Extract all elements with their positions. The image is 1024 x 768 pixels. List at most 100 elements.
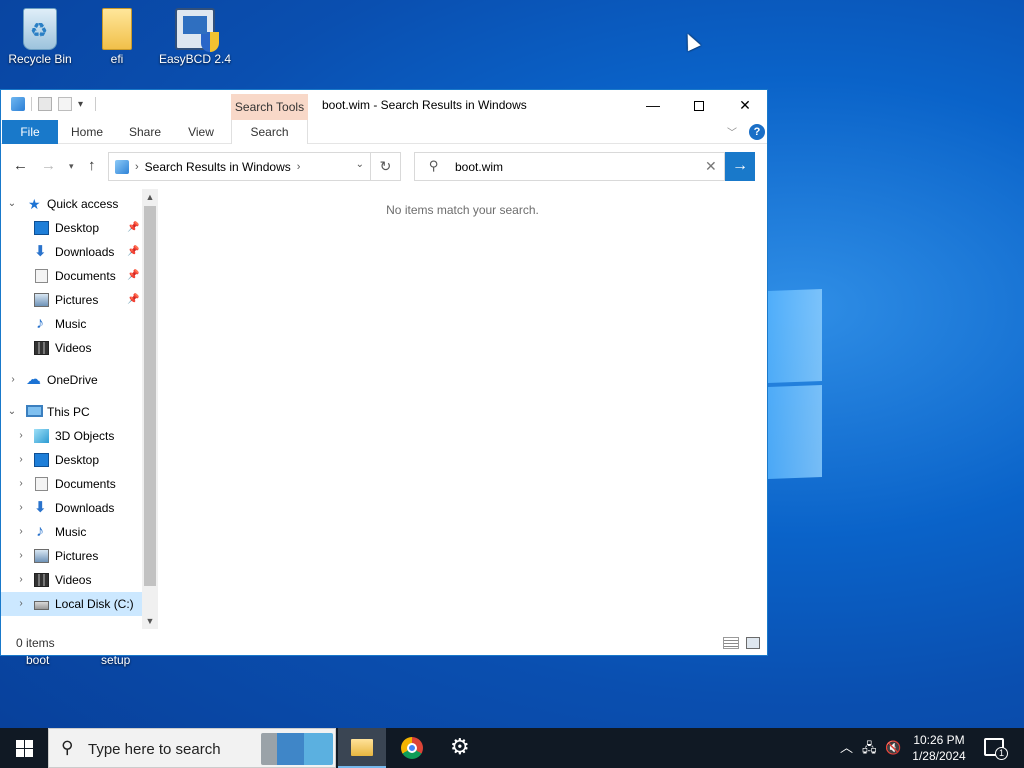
network-icon[interactable]: 🖧 <box>862 728 877 768</box>
taskbar-search-box[interactable]: ⚲ Type here to search <box>48 728 336 768</box>
start-button[interactable] <box>0 728 48 768</box>
pictures-icon <box>34 549 49 563</box>
chevron-right-icon[interactable]: › <box>15 568 27 592</box>
sidebar-item-label: Music <box>55 525 87 539</box>
tab-view[interactable]: View <box>173 120 229 144</box>
sidebar-item-pc-pictures[interactable]: › Pictures <box>1 544 142 568</box>
clear-search-icon[interactable]: ✕ <box>705 158 717 175</box>
videos-icon <box>34 573 49 587</box>
title-bar[interactable]: ▾ Search Tools boot.wim - Search Results… <box>1 90 767 120</box>
refresh-button[interactable]: ↻ <box>371 152 401 181</box>
properties-icon[interactable] <box>38 97 52 111</box>
explorer-icon <box>11 97 25 111</box>
chevron-right-icon[interactable]: › <box>15 472 27 496</box>
forward-button[interactable]: → <box>41 157 56 174</box>
sidebar-item-this-pc[interactable]: ⌄ This PC <box>1 400 142 424</box>
chevron-right-icon[interactable]: › <box>15 424 27 448</box>
up-button[interactable]: ↑ <box>88 157 96 174</box>
easybcd-icon <box>175 8 219 52</box>
navigation-bar: ← → ▾ ↑ › Search Results in Windows › ⌄ … <box>1 144 767 188</box>
sidebar-item-pc-music[interactable]: › ♪ Music <box>1 520 142 544</box>
clock[interactable]: 10:26 PM 1/28/2024 <box>904 732 974 764</box>
taskbar-chrome[interactable] <box>388 728 436 768</box>
close-button[interactable]: ✕ <box>722 90 768 120</box>
onedrive-cloud-icon: ☁ <box>26 371 41 388</box>
volume-muted-icon[interactable]: 🔇 <box>885 728 901 768</box>
chevron-right-icon[interactable]: › <box>15 520 27 544</box>
tab-home[interactable]: Home <box>59 120 115 144</box>
documents-icon <box>35 269 48 283</box>
settings-icon: ⚙ <box>450 734 470 759</box>
help-icon[interactable]: ? <box>749 124 765 140</box>
chevron-right-icon[interactable]: › <box>15 592 27 616</box>
new-folder-icon[interactable] <box>58 97 72 111</box>
address-bar[interactable]: › Search Results in Windows › ⌄ <box>108 152 371 181</box>
tab-search[interactable]: Search <box>231 120 308 144</box>
recycle-bin-icon <box>23 8 57 50</box>
action-center-icon[interactable]: 1 <box>984 738 1008 760</box>
navigation-pane: ⌄ ★ Quick access Desktop 📌 ⬇ Downloads 📌… <box>1 189 158 629</box>
sidebar-item-pc-videos[interactable]: › Videos <box>1 568 142 592</box>
scroll-up-icon[interactable]: ▲ <box>142 189 158 205</box>
search-query[interactable]: boot.wim <box>455 160 503 174</box>
chevron-right-icon[interactable]: › <box>15 448 27 472</box>
sidebar-item-documents[interactable]: Documents 📌 <box>1 264 142 288</box>
desktop-icon-recycle-bin[interactable]: Recycle Bin <box>0 8 80 66</box>
taskbar-file-explorer[interactable] <box>338 728 386 768</box>
ribbon-tabs: File Home Share View Search ﹀ ? <box>1 120 767 144</box>
chevron-right-icon[interactable]: › <box>15 544 27 568</box>
sidebar-item-pc-downloads[interactable]: › ⬇ Downloads <box>1 496 142 520</box>
pin-icon: 📌 <box>127 294 140 305</box>
sidebar-item-music[interactable]: ♪ Music <box>1 312 142 336</box>
sidebar-item-label: This PC <box>47 405 90 419</box>
sidebar-item-downloads[interactable]: ⬇ Downloads 📌 <box>1 240 142 264</box>
search-input[interactable]: ⚲ boot.wim ✕ <box>414 152 725 181</box>
downloads-icon: ⬇ <box>34 243 47 260</box>
desktop-icon-label: Recycle Bin <box>8 52 72 66</box>
chevron-right-icon[interactable]: › <box>135 161 139 173</box>
sidebar-item-label: Desktop <box>55 453 100 467</box>
computer-icon <box>26 405 43 417</box>
sidebar-item-local-disk[interactable]: › Local Disk (C:) <box>1 592 142 616</box>
maximize-button[interactable] <box>676 90 722 120</box>
tab-file[interactable]: File <box>2 120 58 144</box>
desktop-icon-efi[interactable]: efi <box>77 8 157 66</box>
customize-toolbar-icon[interactable]: ▾ <box>78 99 83 110</box>
nav-scrollbar[interactable]: ▲ ▼ <box>142 189 158 629</box>
tab-share[interactable]: Share <box>117 120 173 144</box>
back-button[interactable]: ← <box>13 157 28 174</box>
sidebar-item-quick-access[interactable]: ⌄ ★ Quick access <box>1 192 142 216</box>
sidebar-item-desktop[interactable]: Desktop 📌 <box>1 216 142 240</box>
chevron-down-icon[interactable]: ⌄ <box>6 192 18 216</box>
sidebar-item-onedrive[interactable]: › ☁ OneDrive <box>1 368 142 392</box>
desktop-icon-easybcd[interactable]: EasyBCD 2.4 <box>155 8 235 66</box>
sidebar-item-3d-objects[interactable]: › 3D Objects <box>1 424 142 448</box>
minimize-button[interactable]: — <box>630 90 676 120</box>
search-highlight-image[interactable] <box>261 733 333 765</box>
show-hidden-icons-icon[interactable]: ︿ <box>840 728 853 768</box>
large-icons-view-icon[interactable] <box>746 637 760 649</box>
chevron-right-icon[interactable]: › <box>297 161 301 173</box>
sidebar-item-pc-desktop[interactable]: › Desktop <box>1 448 142 472</box>
chevron-down-icon[interactable]: ⌄ <box>356 159 364 170</box>
sidebar-item-videos[interactable]: Videos <box>1 336 142 360</box>
file-list-pane[interactable]: No items match your search. <box>158 189 767 629</box>
search-go-button[interactable]: → <box>725 152 755 181</box>
expand-ribbon-icon[interactable]: ﹀ <box>727 124 737 139</box>
desktop-icon <box>34 221 49 235</box>
scroll-down-icon[interactable]: ▼ <box>142 613 158 629</box>
sidebar-item-pc-documents[interactable]: › Documents <box>1 472 142 496</box>
taskbar-settings[interactable]: ⚙ <box>437 728 485 768</box>
desktop-icon-label: EasyBCD 2.4 <box>158 52 232 66</box>
chevron-down-icon[interactable]: ⌄ <box>6 400 18 424</box>
scrollbar-thumb[interactable] <box>144 206 156 586</box>
chevron-right-icon[interactable]: › <box>7 368 19 392</box>
empty-results-message: No items match your search. <box>386 203 539 217</box>
address-location[interactable]: Search Results in Windows <box>145 160 291 174</box>
recent-locations-icon[interactable]: ▾ <box>69 161 74 172</box>
chevron-right-icon[interactable]: › <box>15 496 27 520</box>
sidebar-item-pictures[interactable]: Pictures 📌 <box>1 288 142 312</box>
window-title: boot.wim - Search Results in Windows <box>322 98 527 112</box>
details-view-icon[interactable] <box>723 637 739 649</box>
star-icon: ★ <box>28 196 41 212</box>
